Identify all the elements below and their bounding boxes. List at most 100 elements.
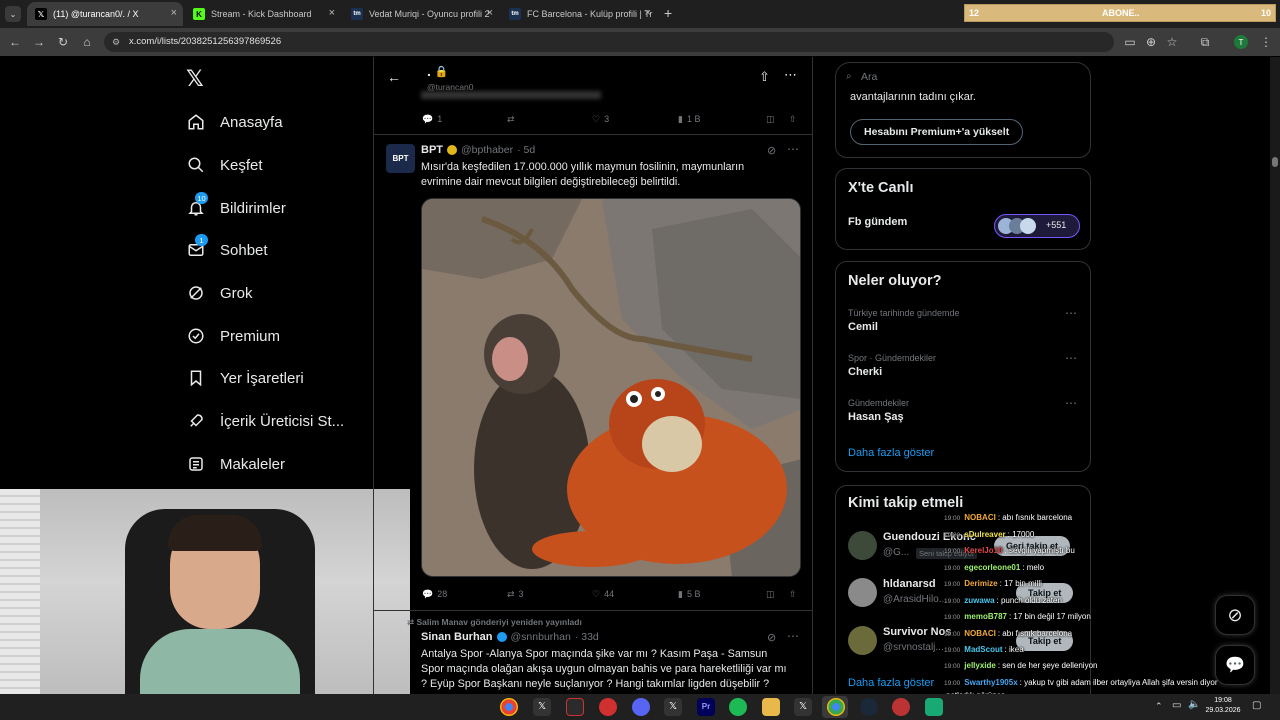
follow-handle[interactable]: @G... bbox=[883, 547, 909, 558]
notification-center-icon[interactable]: ▢ bbox=[1252, 700, 1261, 711]
follow-name[interactable]: hldanarsd bbox=[883, 578, 936, 590]
author-handle[interactable]: @snnburhan bbox=[511, 631, 571, 643]
views-button[interactable]: ▮ 1 B bbox=[678, 114, 700, 125]
chat-username[interactable]: zuwawa bbox=[964, 596, 994, 605]
sidebar-item-explore[interactable]: Keşfet bbox=[186, 150, 263, 180]
author-handle[interactable]: @bpthaber bbox=[461, 144, 513, 156]
bookmark-icon[interactable]: ◫ bbox=[766, 114, 775, 125]
follow-handle[interactable]: @srvnostalj... bbox=[883, 642, 944, 653]
chat-username[interactable]: memoB787 bbox=[964, 612, 1007, 621]
network-icon[interactable]: ▭ bbox=[1172, 700, 1181, 711]
x-app-icon[interactable]: 𝕏 bbox=[794, 698, 812, 716]
app-icon[interactable] bbox=[925, 698, 943, 716]
sidebar-item-premium[interactable]: Premium bbox=[186, 321, 280, 351]
x-app-icon[interactable]: 𝕏 bbox=[664, 698, 682, 716]
sidebar-item-articles[interactable]: Makaleler bbox=[186, 449, 285, 479]
sidebar-item-grok[interactable]: Grok bbox=[186, 278, 253, 308]
steam-icon[interactable] bbox=[860, 698, 878, 716]
like-button[interactable]: ♡ 3 bbox=[592, 114, 609, 125]
tweet-time[interactable]: · 5d bbox=[517, 144, 535, 156]
sidebar-item-bookmarks[interactable]: Yer İşaretleri bbox=[186, 363, 304, 393]
tab-transfermarkt-1[interactable]: tm Vedat Muriqi - Oyuncu profili 2 × bbox=[343, 2, 499, 26]
discord-icon[interactable] bbox=[632, 698, 650, 716]
author-name[interactable]: Sinan Burhan bbox=[421, 631, 493, 643]
new-tab-button[interactable]: + bbox=[664, 5, 672, 21]
reply-button[interactable]: 💬 28 bbox=[422, 589, 447, 600]
tweet-avatar[interactable]: BPT bbox=[386, 144, 415, 173]
more-icon[interactable]: ⋯ bbox=[1065, 306, 1078, 320]
live-space-name[interactable]: Fb gündem bbox=[848, 216, 907, 228]
follow-show-more[interactable]: Daha fazla göster bbox=[848, 677, 934, 689]
site-info-icon[interactable]: ⚙ bbox=[112, 32, 120, 52]
trends-show-more[interactable]: Daha fazla göster bbox=[848, 447, 934, 459]
chat-username[interactable]: Derimize bbox=[964, 579, 997, 588]
premiere-icon[interactable]: Pr bbox=[697, 698, 715, 716]
messages-floating-button[interactable]: 💬 bbox=[1215, 645, 1255, 685]
more-icon[interactable]: ⋯ bbox=[1065, 396, 1078, 410]
app-icon[interactable] bbox=[566, 698, 584, 716]
chat-username[interactable]: egecorleone01 bbox=[964, 563, 1020, 572]
tab-list-button[interactable]: ⌄ bbox=[5, 6, 21, 22]
scrollbar-thumb[interactable] bbox=[1272, 157, 1278, 167]
follow-name[interactable]: Survivor Nos bbox=[883, 626, 951, 638]
views-button[interactable]: ▮ 5 B bbox=[678, 589, 700, 600]
retweet-button[interactable]: ⇄ bbox=[507, 114, 515, 125]
close-icon[interactable]: × bbox=[171, 7, 177, 19]
tab-kick[interactable]: K Stream - Kick Dashboard × bbox=[185, 2, 341, 26]
grok-floating-button[interactable]: ⊘ bbox=[1215, 595, 1255, 635]
retweet-button[interactable]: ⇄ 3 bbox=[507, 589, 524, 600]
more-icon[interactable]: ⋯ bbox=[784, 67, 797, 83]
x-logo-icon[interactable]: 𝕏 bbox=[186, 66, 204, 92]
zoom-icon[interactable]: ⊕ bbox=[1143, 34, 1159, 50]
more-icon[interactable]: ⋯ bbox=[1065, 351, 1078, 365]
chat-username[interactable]: NOBACI bbox=[964, 629, 996, 638]
bookmark-icon[interactable]: ◫ bbox=[766, 589, 775, 600]
reload-icon[interactable]: ↻ bbox=[55, 34, 71, 50]
author-name[interactable]: BPT bbox=[421, 144, 443, 156]
share-icon[interactable]: ⇧ bbox=[789, 589, 797, 600]
chat-username[interactable]: KerelJo10 bbox=[964, 546, 1002, 555]
premium-upgrade-button[interactable]: Hesabını Premium+'a yükselt bbox=[850, 119, 1024, 145]
app-icon[interactable] bbox=[892, 698, 910, 716]
sidebar-item-home[interactable]: Anasayfa bbox=[186, 107, 283, 137]
profile-avatar[interactable]: T bbox=[1234, 35, 1248, 49]
repost-note[interactable]: ⇄ Salim Manav gönderiyi yeniden yayınlad… bbox=[407, 617, 582, 628]
chrome-icon[interactable] bbox=[500, 698, 518, 716]
trend-name[interactable]: Cemil bbox=[848, 321, 878, 333]
home-icon[interactable]: ⌂ bbox=[79, 34, 95, 50]
tab-transfermarkt-2[interactable]: tm FC Barcelona - Kulüp profili | Tr × bbox=[501, 2, 657, 26]
chat-username[interactable]: jellyxide bbox=[964, 661, 996, 670]
close-icon[interactable]: × bbox=[645, 7, 651, 19]
tray-chevron-icon[interactable]: ⌃ bbox=[1155, 701, 1163, 712]
back-arrow-icon[interactable]: ← bbox=[387, 69, 401, 85]
sidebar-item-creator-studio[interactable]: İçerik Üreticisi St... bbox=[186, 406, 344, 436]
chat-username[interactable]: NOBACI bbox=[964, 513, 996, 522]
grok-icon[interactable]: ⊘ bbox=[767, 631, 776, 644]
tab-x[interactable]: 𝕏 (11) @turancan0/. / X × bbox=[27, 2, 183, 26]
share-icon[interactable]: ⇧ bbox=[759, 69, 770, 85]
close-icon[interactable]: × bbox=[329, 7, 335, 19]
grok-icon[interactable]: ⊘ bbox=[767, 144, 776, 157]
share-icon[interactable]: ⇧ bbox=[789, 114, 797, 125]
page-scrollbar[interactable] bbox=[1270, 57, 1280, 694]
close-icon[interactable]: × bbox=[487, 7, 493, 19]
extensions-icon[interactable]: ⧉ bbox=[1197, 34, 1213, 50]
avatar[interactable] bbox=[848, 626, 877, 655]
chrome-icon[interactable] bbox=[827, 698, 845, 716]
folder-icon[interactable] bbox=[762, 698, 780, 716]
back-icon[interactable]: ← bbox=[7, 34, 23, 50]
live-avatars[interactable]: +551 bbox=[994, 214, 1080, 238]
reply-button[interactable]: 💬 1 bbox=[422, 114, 442, 125]
trend-name[interactable]: Cherki bbox=[848, 366, 882, 378]
menu-icon[interactable]: ⋮ bbox=[1258, 34, 1274, 50]
address-bar[interactable]: ⚙ x.com/i/lists/2038251256397869526 bbox=[104, 32, 1114, 52]
forward-icon[interactable]: → bbox=[31, 34, 47, 50]
follow-handle[interactable]: @ArasidHilo... bbox=[883, 594, 947, 605]
star-icon[interactable]: ☆ bbox=[1164, 34, 1180, 50]
volume-icon[interactable]: 🔈 bbox=[1188, 699, 1200, 710]
tweet-time[interactable]: · 33d bbox=[575, 631, 599, 643]
system-clock[interactable]: 19:08 29.03.2026 bbox=[1203, 696, 1243, 716]
tweet-image[interactable] bbox=[421, 198, 801, 577]
trend-name[interactable]: Hasan Şaş bbox=[848, 411, 904, 423]
sidebar-item-notifications[interactable]: 10 Bildirimler bbox=[186, 192, 286, 223]
